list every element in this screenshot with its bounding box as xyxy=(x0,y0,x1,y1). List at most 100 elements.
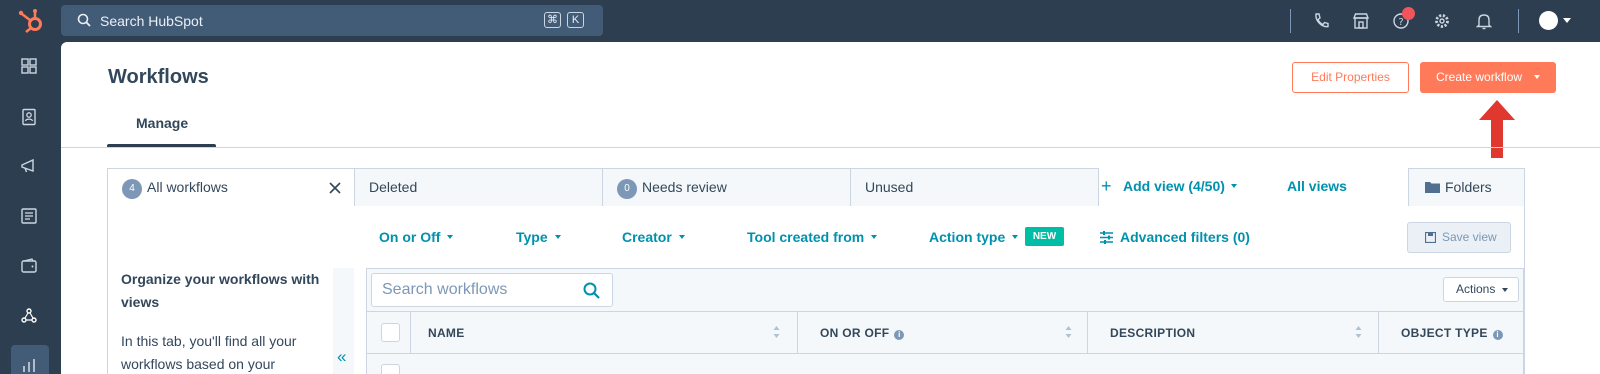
new-badge: NEW xyxy=(1025,227,1064,246)
hubspot-logo-icon[interactable] xyxy=(16,6,46,36)
global-search-bar[interactable]: Search HubSpot ⌘ K xyxy=(61,5,603,36)
save-view-button[interactable]: Save view xyxy=(1407,222,1511,253)
sort-icon[interactable] xyxy=(1065,325,1072,339)
save-view-label: Save view xyxy=(1442,230,1497,244)
marketplace-icon[interactable] xyxy=(1351,11,1371,31)
contacts-icon[interactable] xyxy=(19,107,39,127)
column-header-object-type[interactable]: OBJECT TYPE i xyxy=(1379,312,1523,354)
phone-icon[interactable] xyxy=(1311,11,1331,31)
filter-label: On or Off xyxy=(379,229,441,245)
column-header-label: DESCRIPTION xyxy=(1110,326,1196,340)
views-info-title: Organize your workflows with views xyxy=(121,271,320,310)
header-divider xyxy=(61,147,1600,148)
column-header-label: ON OR OFF xyxy=(820,326,890,340)
sliders-icon xyxy=(1100,231,1113,244)
add-view-button[interactable]: + Add view (4/50) xyxy=(1101,176,1237,196)
topbar-divider xyxy=(1290,9,1291,33)
column-header-description[interactable]: DESCRIPTION xyxy=(1088,312,1379,354)
edit-properties-button[interactable]: Edit Properties xyxy=(1292,62,1409,93)
command-key-hint: ⌘ xyxy=(544,12,561,28)
page-title: Workflows xyxy=(108,66,209,88)
folders-label: Folders xyxy=(1445,179,1492,195)
notifications-icon[interactable] xyxy=(1474,11,1494,31)
automation-icon[interactable] xyxy=(19,306,39,326)
create-workflow-button[interactable]: Create workflow xyxy=(1420,62,1556,93)
actions-label: Actions xyxy=(1456,282,1496,296)
advanced-filters-button[interactable]: Advanced filters (0) xyxy=(1100,229,1250,245)
views-info-text: In this tab, you'll find all your workfl… xyxy=(121,333,297,372)
reporting-icon[interactable] xyxy=(19,356,39,374)
column-header-on-or-off[interactable]: ON OR OFF i xyxy=(798,312,1088,354)
table-header-row: NAME ON OR OFF i DESCRIPTION OBJECT TYPE i xyxy=(367,311,1523,354)
view-tab-needs-review[interactable]: 0 Needs review xyxy=(602,168,851,207)
search-icon[interactable] xyxy=(583,282,600,299)
select-all-checkbox[interactable] xyxy=(381,323,400,342)
search-icon xyxy=(77,13,91,27)
svg-text:?: ? xyxy=(1398,17,1403,28)
content-icon[interactable] xyxy=(19,206,39,226)
avatar[interactable] xyxy=(1539,11,1558,30)
select-all-cell xyxy=(367,312,411,354)
left-navigation xyxy=(0,42,61,374)
filter-label: Action type xyxy=(929,229,1006,245)
table-search-input[interactable]: Search workflows xyxy=(371,273,613,307)
filter-label: Creator xyxy=(622,229,672,245)
actions-dropdown[interactable]: Actions xyxy=(1443,277,1519,302)
annotation-arrow-icon xyxy=(1479,100,1515,158)
info-icon[interactable]: i xyxy=(894,330,905,340)
column-header-label: NAME xyxy=(428,326,465,340)
table-search-placeholder: Search workflows xyxy=(382,281,508,298)
caret-down-icon xyxy=(447,235,454,239)
settings-icon[interactable] xyxy=(1432,11,1452,31)
add-view-label: Add view (4/50) xyxy=(1123,178,1225,194)
caret-down-icon xyxy=(1502,288,1508,292)
caret-down-icon xyxy=(871,235,878,239)
advanced-filters-label: Advanced filters (0) xyxy=(1120,229,1250,245)
tab-manage[interactable]: Manage xyxy=(136,115,188,131)
sort-icon[interactable] xyxy=(1355,325,1362,339)
marketing-icon[interactable] xyxy=(19,156,39,176)
view-tab-unused[interactable]: Unused xyxy=(850,168,1099,207)
caret-down-icon xyxy=(678,235,685,239)
main-content: Workflows Edit Properties Create workflo… xyxy=(61,42,1600,374)
filter-on-or-off[interactable]: On or Off xyxy=(379,229,454,245)
filter-creator[interactable]: Creator xyxy=(622,229,685,245)
sort-icon[interactable] xyxy=(773,325,780,339)
view-tab-label: Needs review xyxy=(642,179,727,195)
filter-label: Type xyxy=(516,229,548,245)
view-tab-label: All workflows xyxy=(147,179,228,195)
filter-tool-created-from[interactable]: Tool created from xyxy=(747,229,878,245)
caret-down-icon xyxy=(554,235,561,239)
all-views-link[interactable]: All views xyxy=(1287,178,1347,194)
filter-type[interactable]: Type xyxy=(516,229,561,245)
k-key-hint: K xyxy=(567,12,584,28)
count-badge: 0 xyxy=(617,179,637,199)
top-navigation-bar: Search HubSpot ⌘ K ? xyxy=(0,0,1600,42)
global-search-placeholder: Search HubSpot xyxy=(100,13,203,29)
view-tab-deleted[interactable]: Deleted xyxy=(354,168,603,207)
row-checkbox[interactable] xyxy=(381,364,400,374)
caret-down-icon xyxy=(1230,184,1237,188)
view-tab-all-workflows[interactable]: 4 All workflows xyxy=(107,168,355,207)
filter-action-type[interactable]: Action type xyxy=(929,229,1019,245)
column-header-name[interactable]: NAME xyxy=(411,312,798,354)
caret-down-icon xyxy=(1534,75,1540,79)
topbar-divider xyxy=(1518,9,1519,33)
commerce-icon[interactable] xyxy=(19,256,39,276)
view-tab-label: Deleted xyxy=(369,179,418,195)
account-menu-chevron-icon[interactable] xyxy=(1563,18,1571,23)
help-notification-badge xyxy=(1402,7,1415,20)
folder-icon xyxy=(1425,182,1440,193)
save-icon xyxy=(1425,232,1436,243)
double-chevron-left-icon[interactable]: « xyxy=(337,347,346,367)
view-tab-label: Unused xyxy=(865,179,914,195)
column-header-label: OBJECT TYPE xyxy=(1401,326,1488,340)
filter-label: Tool created from xyxy=(747,229,865,245)
bookmarks-icon[interactable] xyxy=(19,56,39,76)
caret-down-icon xyxy=(1012,235,1019,239)
folders-button[interactable]: Folders xyxy=(1408,168,1525,207)
plus-icon: + xyxy=(1101,176,1112,196)
info-icon[interactable]: i xyxy=(1492,330,1503,340)
create-workflow-label: Create workflow xyxy=(1436,70,1523,84)
close-icon[interactable] xyxy=(328,181,342,195)
